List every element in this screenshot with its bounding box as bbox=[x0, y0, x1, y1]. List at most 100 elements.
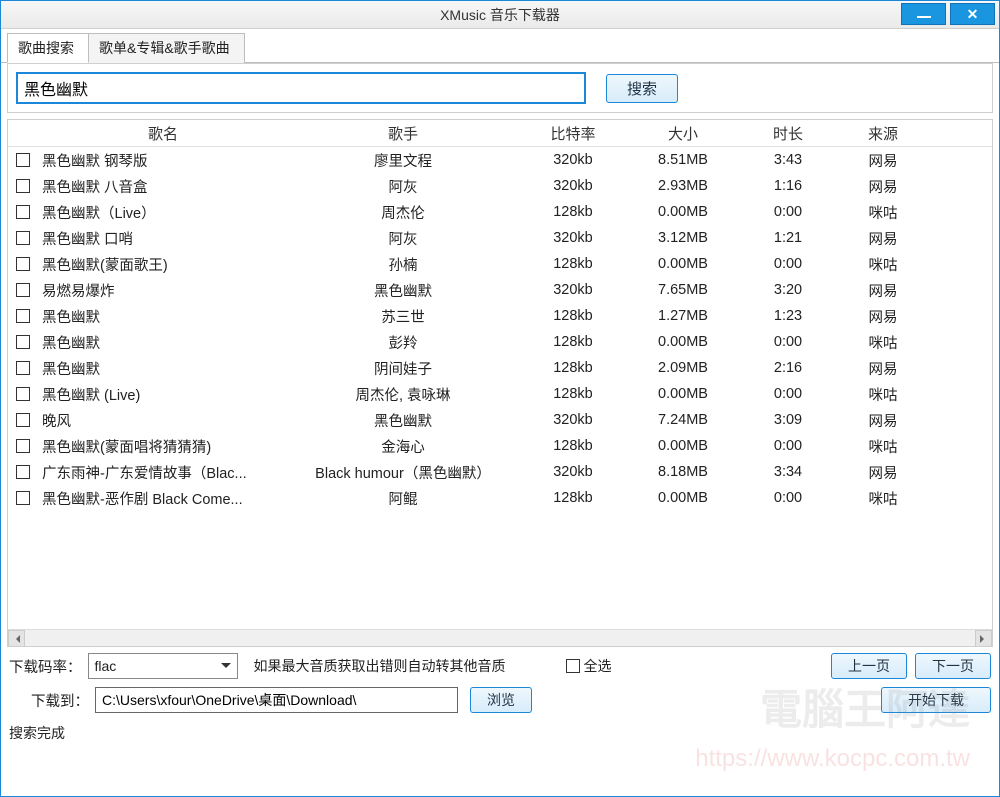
bitrate-select[interactable]: flac bbox=[88, 653, 238, 679]
row-checkbox[interactable] bbox=[16, 439, 30, 453]
cell-artist: 阿灰 bbox=[288, 228, 518, 249]
table-row[interactable]: 易燃易爆炸黑色幽默320kb7.65MB3:20网易 bbox=[8, 277, 992, 303]
cell-size: 2.93MB bbox=[628, 178, 738, 194]
row-checkbox[interactable] bbox=[16, 491, 30, 505]
table-row[interactable]: 黑色幽默 (Live)周杰伦, 袁咏琳128kb0.00MB0:00咪咕 bbox=[8, 381, 992, 407]
table-row[interactable]: 黑色幽默阴间娃子128kb2.09MB2:16网易 bbox=[8, 355, 992, 381]
table-row[interactable]: 黑色幽默 口哨阿灰320kb3.12MB1:21网易 bbox=[8, 225, 992, 251]
cell-bitrate: 128kb bbox=[518, 308, 628, 324]
cell-name: 广东雨神-广东爱情故事（Blac... bbox=[38, 462, 288, 483]
horizontal-scrollbar[interactable] bbox=[8, 629, 992, 646]
watermark-url: https://www.kocpc.com.tw bbox=[695, 745, 970, 773]
search-button[interactable]: 搜索 bbox=[606, 74, 678, 103]
browse-button[interactable]: 浏览 bbox=[470, 687, 532, 713]
table-row[interactable]: 黑色幽默(蒙面歌王)孙楠128kb0.00MB0:00咪咕 bbox=[8, 251, 992, 277]
cell-size: 2.09MB bbox=[628, 360, 738, 376]
header-size[interactable]: 大小 bbox=[628, 123, 738, 144]
table-body[interactable]: 黑色幽默 钢琴版廖里文程320kb8.51MB3:43网易黑色幽默 八音盒阿灰3… bbox=[8, 147, 992, 629]
cell-artist: 金海心 bbox=[288, 436, 518, 457]
table-row[interactable]: 晚风黑色幽默320kb7.24MB3:09网易 bbox=[8, 407, 992, 433]
close-button[interactable]: ✕ bbox=[950, 3, 995, 25]
table-row[interactable]: 黑色幽默苏三世128kb1.27MB1:23网易 bbox=[8, 303, 992, 329]
cell-source: 咪咕 bbox=[838, 332, 928, 353]
table-row[interactable]: 黑色幽默（Live）周杰伦128kb0.00MB0:00咪咕 bbox=[8, 199, 992, 225]
cell-duration: 3:09 bbox=[738, 412, 838, 428]
cell-source: 咪咕 bbox=[838, 488, 928, 509]
table-row[interactable]: 黑色幽默(蒙面唱将猜猜猜)金海心128kb0.00MB0:00咪咕 bbox=[8, 433, 992, 459]
cell-name: 黑色幽默（Live） bbox=[38, 202, 288, 223]
cell-size: 8.18MB bbox=[628, 464, 738, 480]
title-bar[interactable]: XMusic 音乐下载器 ✕ bbox=[1, 1, 999, 29]
row-checkbox[interactable] bbox=[16, 309, 30, 323]
cell-artist: 阴间娃子 bbox=[288, 358, 518, 379]
row-checkbox[interactable] bbox=[16, 361, 30, 375]
search-input[interactable] bbox=[16, 72, 586, 104]
row-checkbox[interactable] bbox=[16, 231, 30, 245]
tab-song-search[interactable]: 歌曲搜索 bbox=[7, 33, 89, 63]
path-label: 下载到： bbox=[31, 690, 89, 711]
cell-bitrate: 320kb bbox=[518, 464, 628, 480]
table-row[interactable]: 黑色幽默彭羚128kb0.00MB0:00咪咕 bbox=[8, 329, 992, 355]
cell-source: 网易 bbox=[838, 410, 928, 431]
cell-name: 易燃易爆炸 bbox=[38, 280, 288, 301]
cell-bitrate: 320kb bbox=[518, 282, 628, 298]
row-checkbox[interactable] bbox=[16, 205, 30, 219]
cell-artist: 周杰伦, 袁咏琳 bbox=[288, 384, 518, 405]
cell-source: 网易 bbox=[838, 306, 928, 327]
row-checkbox[interactable] bbox=[16, 465, 30, 479]
cell-bitrate: 128kb bbox=[518, 360, 628, 376]
cell-size: 0.00MB bbox=[628, 438, 738, 454]
cell-source: 咪咕 bbox=[838, 254, 928, 275]
minimize-button[interactable] bbox=[901, 3, 946, 25]
start-download-button[interactable]: 开始下载 bbox=[881, 687, 991, 713]
header-bitrate[interactable]: 比特率 bbox=[518, 123, 628, 144]
table-row[interactable]: 黑色幽默 钢琴版廖里文程320kb8.51MB3:43网易 bbox=[8, 147, 992, 173]
cell-duration: 0:00 bbox=[738, 256, 838, 272]
table-row[interactable]: 黑色幽默-恶作剧 Black Come...阿鲲128kb0.00MB0:00咪… bbox=[8, 485, 992, 511]
cell-bitrate: 128kb bbox=[518, 490, 628, 506]
row-checkbox[interactable] bbox=[16, 179, 30, 193]
cell-name: 黑色幽默 口哨 bbox=[38, 228, 288, 249]
cell-source: 网易 bbox=[838, 358, 928, 379]
cell-size: 7.24MB bbox=[628, 412, 738, 428]
cell-source: 网易 bbox=[838, 280, 928, 301]
cell-bitrate: 320kb bbox=[518, 152, 628, 168]
cell-bitrate: 128kb bbox=[518, 256, 628, 272]
cell-duration: 0:00 bbox=[738, 438, 838, 454]
row-checkbox[interactable] bbox=[16, 335, 30, 349]
download-path-input[interactable] bbox=[95, 687, 458, 713]
cell-size: 0.00MB bbox=[628, 490, 738, 506]
bitrate-label: 下载码率： bbox=[9, 656, 82, 677]
cell-name: 黑色幽默 bbox=[38, 332, 288, 353]
cell-name: 黑色幽默-恶作剧 Black Come... bbox=[38, 488, 288, 509]
cell-size: 8.51MB bbox=[628, 152, 738, 168]
table-row[interactable]: 广东雨神-广东爱情故事（Blac...Black humour（黑色幽默）320… bbox=[8, 459, 992, 485]
cell-duration: 3:43 bbox=[738, 152, 838, 168]
cell-source: 网易 bbox=[838, 228, 928, 249]
header-artist[interactable]: 歌手 bbox=[288, 123, 518, 144]
cell-size: 0.00MB bbox=[628, 256, 738, 272]
row-checkbox[interactable] bbox=[16, 387, 30, 401]
header-source[interactable]: 来源 bbox=[838, 123, 928, 144]
prev-page-button[interactable]: 上一页 bbox=[831, 653, 907, 679]
next-page-button[interactable]: 下一页 bbox=[915, 653, 991, 679]
cell-duration: 3:20 bbox=[738, 282, 838, 298]
select-all-checkbox[interactable] bbox=[566, 659, 580, 673]
cell-name: 黑色幽默 bbox=[38, 306, 288, 327]
row-checkbox[interactable] bbox=[16, 413, 30, 427]
scroll-left-button[interactable] bbox=[8, 630, 25, 647]
row-checkbox[interactable] bbox=[16, 283, 30, 297]
bitrate-note: 如果最大音质获取出错则自动转其他音质 bbox=[254, 656, 506, 676]
cell-name: 黑色幽默 bbox=[38, 358, 288, 379]
cell-bitrate: 128kb bbox=[518, 204, 628, 220]
header-duration[interactable]: 时长 bbox=[738, 123, 838, 144]
tab-playlist-album-artist[interactable]: 歌单&专辑&歌手歌曲 bbox=[88, 33, 245, 63]
table-row[interactable]: 黑色幽默 八音盒阿灰320kb2.93MB1:16网易 bbox=[8, 173, 992, 199]
scroll-right-button[interactable] bbox=[975, 630, 992, 647]
row-checkbox[interactable] bbox=[16, 257, 30, 271]
cell-duration: 1:23 bbox=[738, 308, 838, 324]
cell-source: 网易 bbox=[838, 150, 928, 171]
cell-name: 黑色幽默(蒙面歌王) bbox=[38, 254, 288, 275]
row-checkbox[interactable] bbox=[16, 153, 30, 167]
header-name[interactable]: 歌名 bbox=[38, 123, 288, 144]
